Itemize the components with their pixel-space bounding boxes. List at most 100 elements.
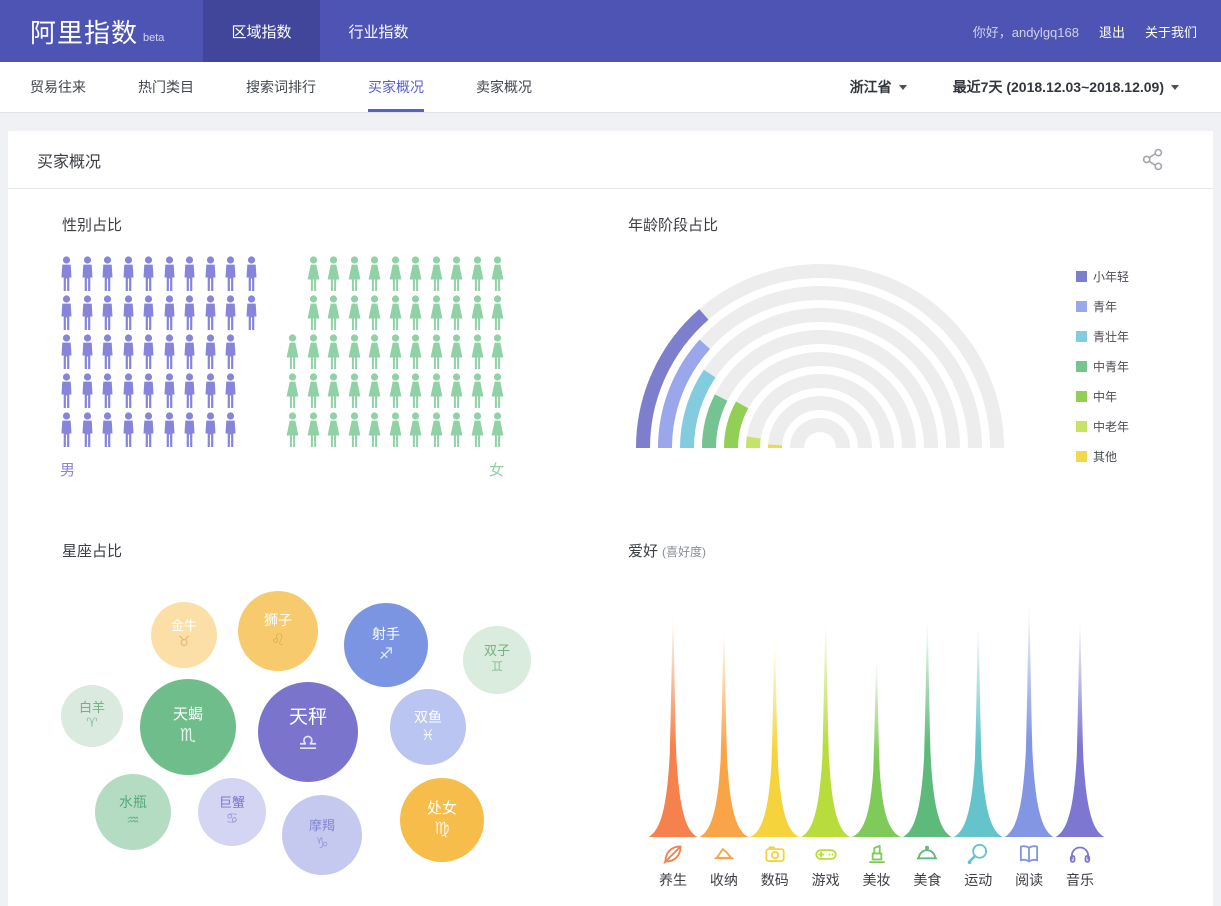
male-person-icon <box>101 295 114 331</box>
nav-item-hot-categories[interactable]: 热门类目 <box>138 62 194 112</box>
male-person-icon <box>224 295 237 331</box>
zodiac-name: 白羊 <box>79 700 105 716</box>
hobby-item: 美食 <box>901 841 953 890</box>
female-person-icon <box>368 256 381 292</box>
hobby-subtitle: (喜好度) <box>662 545 706 559</box>
legend-label: 其他 <box>1093 448 1117 465</box>
legend-item[interactable]: 青壮年 <box>1076 321 1129 351</box>
card-header: 买家概况 <box>8 131 1213 189</box>
zodiac-symbol-icon: ♊ <box>491 659 504 677</box>
male-person-icon <box>204 412 217 448</box>
logo[interactable]: 阿里指数 beta <box>0 0 203 62</box>
female-person-icon <box>368 295 381 331</box>
about-link[interactable]: 关于我们 <box>1145 22 1197 41</box>
tab-industry-index[interactable]: 行业指数 <box>320 0 437 62</box>
app-header: 阿里指数 beta 区域指数 行业指数 你好，andylgq168 退出 关于我… <box>0 0 1221 62</box>
legend-label: 小年轻 <box>1093 268 1129 285</box>
legend-item[interactable]: 中青年 <box>1076 351 1129 381</box>
zodiac-bubble: 天秤♎ <box>258 682 358 782</box>
zodiac-bubble: 白羊♈ <box>61 685 123 747</box>
legend-item[interactable]: 小年轻 <box>1076 261 1129 291</box>
female-person-icon <box>286 334 299 370</box>
user-greeting: 你好，andylgq168 <box>973 22 1079 41</box>
female-person-icon <box>450 256 463 292</box>
headphones-icon <box>1067 841 1093 867</box>
female-person-icon <box>409 373 422 409</box>
female-icon-row <box>286 256 504 295</box>
male-person-icon <box>163 256 176 292</box>
legend-item[interactable]: 青年 <box>1076 291 1129 321</box>
zodiac-name: 天秤 <box>289 706 327 730</box>
nav-item-buyer-overview[interactable]: 买家概况 <box>368 62 424 112</box>
legend-item[interactable]: 中老年 <box>1076 411 1129 441</box>
male-person-icon <box>142 412 155 448</box>
leaf-icon <box>660 841 686 867</box>
tab-region-index[interactable]: 区域指数 <box>203 0 320 62</box>
female-person-icon <box>450 412 463 448</box>
date-range-value: 最近7天 (2018.12.03~2018.12.09) <box>953 77 1164 97</box>
age-ring-arc-5 <box>731 405 742 448</box>
zodiac-name: 摩羯 <box>309 818 335 834</box>
age-radial-chart <box>618 248 1038 458</box>
zodiac-bubble: 金牛♉ <box>151 602 217 668</box>
zodiac-bubble: 天蝎♏ <box>140 679 236 775</box>
male-person-icon <box>224 256 237 292</box>
female-person-icon <box>348 256 361 292</box>
female-person-icon <box>286 373 299 409</box>
male-person-icon <box>122 334 135 370</box>
age-ring-track <box>797 425 843 448</box>
hobby-spike <box>852 660 901 837</box>
hobby-item: 音乐 <box>1054 841 1106 890</box>
page: 阿里指数 beta 区域指数 行业指数 你好，andylgq168 退出 关于我… <box>0 0 1221 906</box>
female-person-icon <box>471 373 484 409</box>
male-person-icon <box>60 295 73 331</box>
nav-item-search-ranking[interactable]: 搜索词排行 <box>246 62 316 112</box>
female-person-icon <box>409 256 422 292</box>
male-person-icon <box>142 373 155 409</box>
hobby-spike <box>649 617 698 837</box>
nav-item-seller-overview[interactable]: 卖家概况 <box>476 62 532 112</box>
legend-item[interactable]: 中年 <box>1076 381 1129 411</box>
female-person-icon <box>430 373 443 409</box>
male-person-icon <box>101 256 114 292</box>
female-icon-row <box>286 412 504 451</box>
hobby-spike <box>954 626 1003 837</box>
zodiac-symbol-icon: ♈ <box>86 716 98 732</box>
storage-icon <box>711 841 737 867</box>
male-icon-row <box>60 412 260 451</box>
male-icon-row <box>60 295 260 334</box>
zodiac-name: 天蝎 <box>173 706 203 725</box>
legend-swatch <box>1076 391 1087 402</box>
hobby-label: 阅读 <box>1015 870 1043 890</box>
female-person-icon <box>368 412 381 448</box>
female-person-icon <box>409 295 422 331</box>
zodiac-symbol-icon: ♋ <box>226 811 239 829</box>
logout-link[interactable]: 退出 <box>1099 22 1125 41</box>
share-icon[interactable] <box>1141 147 1165 173</box>
male-person-icon <box>122 295 135 331</box>
nav-item-trade[interactable]: 贸易往来 <box>30 62 86 112</box>
hobby-item: 数码 <box>749 841 801 890</box>
legend-swatch <box>1076 271 1087 282</box>
male-icon-row <box>60 334 260 373</box>
female-person-icon <box>307 373 320 409</box>
male-person-icon <box>81 256 94 292</box>
male-person-icon <box>163 295 176 331</box>
female-person-icon <box>327 373 340 409</box>
male-person-icon <box>163 373 176 409</box>
male-person-icon <box>81 295 94 331</box>
zodiac-symbol-icon: ♎ <box>298 730 318 758</box>
legend-label: 中年 <box>1093 388 1117 405</box>
secondary-nav-items: 贸易往来 热门类目 搜索词排行 买家概况 卖家概况 <box>0 62 532 112</box>
male-person-icon <box>204 373 217 409</box>
female-person-icon <box>491 412 504 448</box>
lipstick-icon <box>864 841 890 867</box>
zodiac-bubble: 处女♍ <box>400 778 484 862</box>
region-dropdown[interactable]: 浙江省 <box>850 77 907 97</box>
zodiac-bubble: 水瓶♒ <box>95 774 171 850</box>
male-person-icon <box>245 256 258 292</box>
legend-item[interactable]: 其他 <box>1076 441 1129 471</box>
date-range-dropdown[interactable]: 最近7天 (2018.12.03~2018.12.09) <box>953 77 1179 97</box>
zodiac-symbol-icon: ♒ <box>126 811 139 830</box>
female-person-icon <box>491 256 504 292</box>
